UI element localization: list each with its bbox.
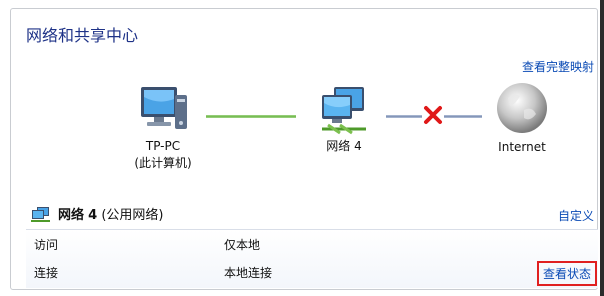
- this-computer-node[interactable]: TP-PC (此计算机): [128, 85, 198, 172]
- connection-line-right: [444, 115, 482, 118]
- view-full-map-link[interactable]: 查看完整映射: [522, 58, 594, 75]
- detail-value: 仅本地: [224, 238, 261, 252]
- network-icon: [322, 87, 366, 135]
- detail-key: 连接: [34, 266, 59, 280]
- network-small-icon: [31, 206, 50, 222]
- network-name: 网络: [58, 208, 85, 223]
- network-node[interactable]: 网络 4: [304, 85, 384, 155]
- node-label: Internet: [498, 140, 546, 154]
- page-title: 网络和共享中心: [26, 26, 139, 45]
- computer-icon: [141, 87, 187, 129]
- view-status-link[interactable]: 查看状态: [537, 261, 598, 286]
- connection-line-ok: [206, 115, 296, 118]
- detail-row-connection: 连接 本地连接 查看状态: [26, 258, 598, 286]
- node-label: 网络 4: [326, 139, 362, 153]
- disconnected-x-icon: [424, 106, 442, 124]
- network-type: (公用网络): [101, 208, 164, 223]
- node-sublabel: (此计算机): [134, 156, 192, 170]
- network-number: 4: [88, 208, 98, 223]
- customize-link[interactable]: 自定义: [558, 207, 594, 224]
- network-details: 访问 仅本地 连接 本地连接 查看状态: [26, 229, 598, 288]
- internet-node[interactable]: Internet: [482, 80, 562, 156]
- detail-row-access: 访问 仅本地: [26, 230, 598, 258]
- connection-line-left: [386, 115, 422, 118]
- detail-value: 本地连接: [224, 266, 273, 280]
- active-network-header: 网络 4 (公用网络): [30, 204, 164, 223]
- window-edge: [600, 0, 604, 296]
- node-label: TP-PC: [145, 139, 181, 153]
- globe-icon: [497, 83, 547, 133]
- detail-key: 访问: [34, 238, 59, 252]
